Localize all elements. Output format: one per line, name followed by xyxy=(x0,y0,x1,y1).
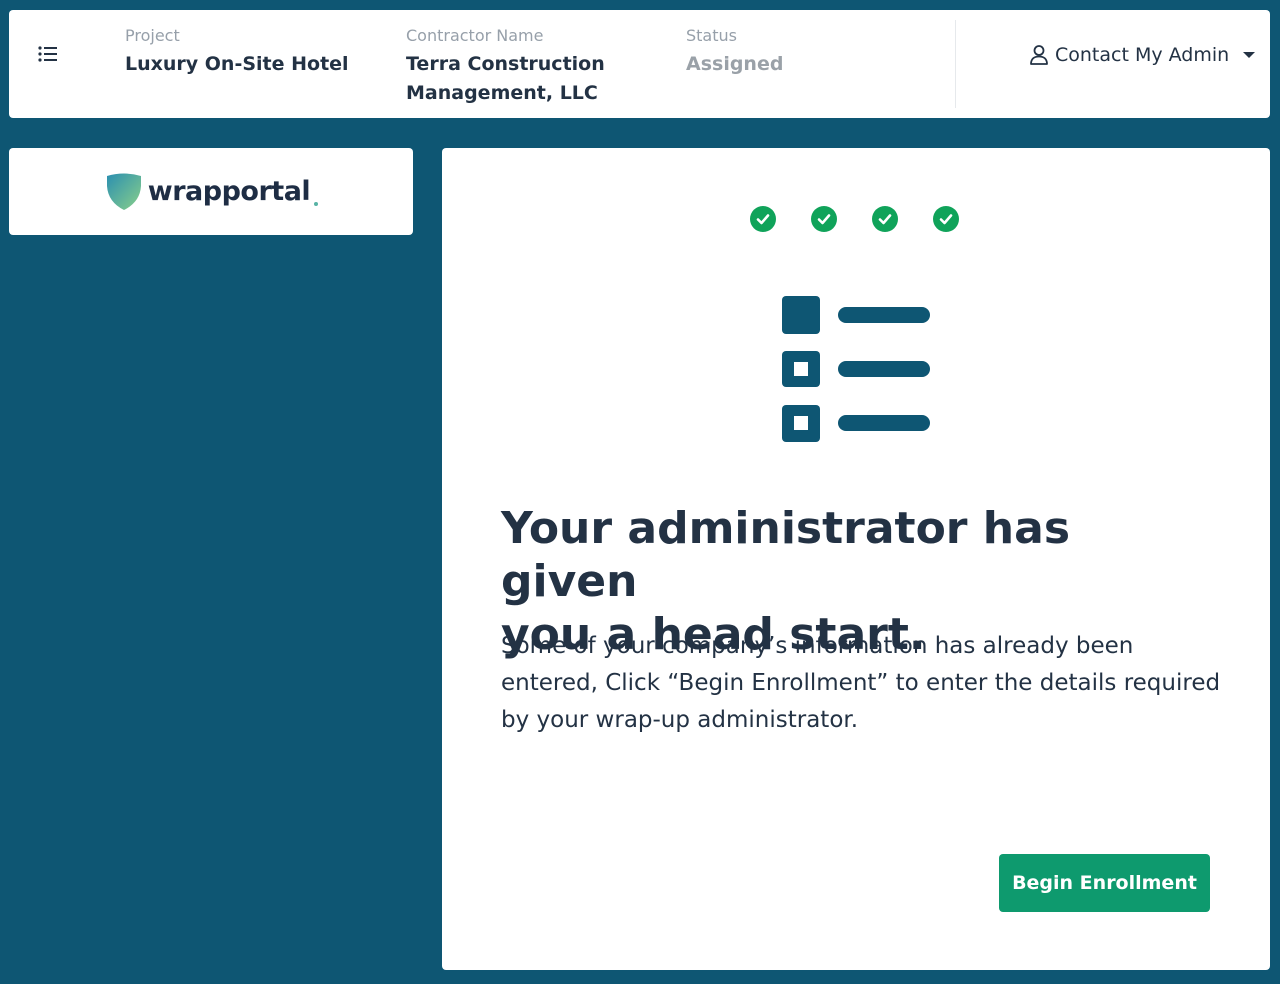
description-line2: entered, Click “Begin Enrollment” to ent… xyxy=(501,670,1221,696)
header-divider xyxy=(955,20,956,108)
status-label: Status xyxy=(686,26,737,45)
contractor-value-line2: Management, LLC xyxy=(406,82,598,104)
list-icon xyxy=(38,46,57,62)
status-value: Assigned xyxy=(686,53,784,75)
logo-card: wrapportal xyxy=(9,148,413,235)
project-label: Project xyxy=(125,26,180,45)
project-value: Luxury On-Site Hotel xyxy=(125,53,349,75)
description-line1: Some of your company’s information has a… xyxy=(501,633,1134,659)
contractor-value-line1: Terra Construction xyxy=(406,53,605,75)
enrollment-card: Your administrator has given you a head … xyxy=(442,148,1270,970)
menu-toggle-button[interactable] xyxy=(35,41,61,67)
user-icon xyxy=(1030,45,1048,65)
contractor-field: Contractor Name Terra Construction Manag… xyxy=(406,26,646,108)
description-line3: by your wrap-up administrator. xyxy=(501,707,859,733)
contractor-label: Contractor Name xyxy=(406,26,544,45)
wrapportal-logo[interactable]: wrapportal xyxy=(104,172,319,212)
page-description: Some of your company’s information has a… xyxy=(501,628,1221,739)
check-circle-icon xyxy=(811,206,837,232)
progress-steps xyxy=(750,206,959,232)
status-field: Status Assigned xyxy=(686,26,886,79)
check-circle-icon xyxy=(872,206,898,232)
caret-down-icon xyxy=(1243,52,1256,58)
logo-text: wrapportal xyxy=(147,176,311,207)
project-field: Project Luxury On-Site Hotel xyxy=(125,26,385,79)
checklist-illustration-icon xyxy=(782,296,930,442)
contact-admin-dropdown[interactable]: Contact My Admin xyxy=(1029,41,1256,69)
contractor-value: Terra Construction Management, LLC xyxy=(406,50,646,108)
logo-trademark-dot xyxy=(314,201,319,206)
top-header: Project Luxury On-Site Hotel Contractor … xyxy=(9,10,1270,118)
contact-admin-label: Contact My Admin xyxy=(1055,44,1230,66)
begin-enrollment-button[interactable]: Begin Enrollment xyxy=(999,854,1210,912)
page-title-line1: Your administrator has given xyxy=(501,503,1071,607)
check-circle-icon xyxy=(933,206,959,232)
shield-logo-icon xyxy=(106,173,141,210)
check-circle-icon xyxy=(750,206,776,232)
